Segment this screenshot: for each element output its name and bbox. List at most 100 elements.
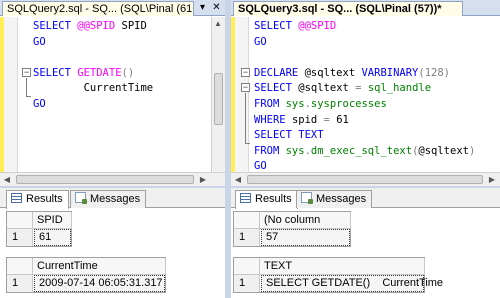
code-token: = [355,82,368,95]
tab-sqlquery3[interactable]: SQLQuery3.sql - SQ... (SQL\Pinal (57))* [233,1,463,16]
corner-cell [7,258,33,275]
right-query-pane: SQLQuery3.sql - SQ... (SQL\Pinal (57))* … [231,0,500,298]
scroll-thumb[interactable] [247,175,483,184]
tab-results[interactable]: Results [235,190,298,209]
code-line: SELECT @@SPID SPID [33,19,147,35]
left-tabstrip: SQLQuery2.sql - SQ... (SQL\Pinal (61 ▾ ✕ [0,0,225,16]
left-code-editor[interactable]: − SELECT @@SPID SPID GO SELECT GETDATE() C… [0,17,225,172]
tab-messages[interactable]: Messages [70,190,147,208]
code-token: 61 [336,113,349,126]
scroll-thumb[interactable] [16,175,194,184]
code-token: FROM [254,144,286,157]
tab-sqlquery2[interactable]: SQLQuery2.sql - SQ... (SQL\Pinal (61 [2,1,194,16]
left-results-tabs: Results Messages [0,188,225,209]
code-token: GO [254,160,267,173]
tab-label: Results [255,193,292,205]
left-results-area: SPID 1 61 CurrentTime 1 2009-07-14 06:05… [0,209,225,298]
code-token: sysprocesses [310,98,387,110]
outline-margin [235,17,249,172]
row-number: 1 [7,229,33,246]
tab-title: SQLQuery3.sql - SQ... (SQL\Pinal (57))* [238,3,442,15]
grid-cell[interactable]: SELECT GETDATE() CurrentTime [261,275,443,292]
code-token: @sqltext [298,82,356,95]
result-grid-spid[interactable]: SPID 1 61 [6,211,72,247]
code-token: @sqltext [418,144,469,157]
code-line: DECLARE @sqltext VARBINARY(128) [254,66,450,82]
scroll-right-icon[interactable]: ▶ [197,174,209,186]
minus-box-icon[interactable]: − [22,68,31,77]
minus-box-icon[interactable]: − [241,83,250,92]
code-token: SELECT [254,129,299,142]
code-token: SPID [115,20,147,32]
code-line: FROM sys.dm_exec_sql_text(@sqltext) [254,144,475,160]
code-line: GO [33,97,46,113]
grid-cell[interactable]: 57 [261,229,350,246]
scroll-right-icon[interactable]: ▶ [486,174,498,186]
grid-cell[interactable]: 61 [34,229,71,246]
code-token: FROM [254,98,286,110]
code-line: SELECT @@SPID [254,19,336,35]
outline-guide [245,93,246,143]
messages-icon [301,192,313,204]
code-token: TEXT [298,129,324,142]
code-line: WHERE spid = 61 [254,113,349,129]
scroll-left-icon[interactable]: ◀ [232,174,244,186]
code-token: WHERE [254,113,292,126]
column-header[interactable]: (No column name) [260,212,351,242]
right-code-editor[interactable]: − − SELECT @@SPID GO DECLARE @sqltext VARB… [231,17,500,172]
row-number: 1 [234,275,260,292]
right-horizontal-scrollbar[interactable]: ◀ ▶ [231,172,500,186]
code-line: SELECT TEXT [254,128,324,144]
right-results-area: (No column name) 1 57 TEXT 1 SELECT GETD… [231,209,500,298]
code-token: (128) [418,66,450,79]
code-token: SELECT [254,82,299,95]
code-token: @@SPID [298,20,337,32]
code-token: @@SPID [77,20,116,32]
close-icon[interactable]: ✕ [210,1,223,14]
outline-margin [4,17,18,172]
column-header[interactable]: TEXT [260,258,425,275]
chevron-down-icon[interactable]: ▾ [196,1,209,14]
code-token: VARBINARY [361,66,419,79]
code-token: SELECT [254,20,299,32]
code-token: SELECT [33,66,78,79]
outline-guide [26,78,27,96]
code-token: @sqltext [304,66,362,79]
corner-cell [7,212,33,229]
tab-messages[interactable]: Messages [296,190,373,208]
row-number: 1 [234,229,260,246]
code-line: SELECT GETDATE() [33,66,134,82]
column-header[interactable]: SPID [33,212,72,229]
outline-guide-end [26,96,31,97]
corner-cell [234,258,260,275]
code-token: sys [285,144,305,157]
code-line: CurrentTime [33,81,154,97]
code-token: spid [291,113,324,126]
results-grid-icon [240,193,251,203]
column-header[interactable]: CurrentTime [33,258,166,275]
scroll-thumb[interactable] [214,73,223,125]
code-line: SELECT @sqltext = sql_handle [254,81,431,97]
minus-box-icon[interactable]: − [241,68,250,77]
result-grid-text[interactable]: TEXT 1 SELECT GETDATE() CurrentTime [233,257,443,293]
code-token: dm_exec_sql_text [310,144,413,157]
result-grid-no-column-name[interactable]: (No column name) 1 57 [233,211,351,247]
row-number: 1 [7,275,33,292]
tab-results[interactable]: Results [6,190,69,209]
code-token: sys [285,98,305,110]
scroll-left-icon[interactable]: ◀ [1,174,13,186]
corner-cell [234,212,260,229]
scroll-up-icon[interactable]: ▲ [212,18,224,30]
code-line: GO [33,35,46,51]
left-vertical-scrollbar[interactable]: ▲ [211,17,225,172]
left-horizontal-scrollbar[interactable]: ◀ ▶ [0,172,225,186]
code-token: sql_handle [367,82,432,95]
code-token: GETDATE [77,66,122,79]
tab-label: Results [26,193,63,205]
code-token: () [121,66,135,79]
results-grid-icon [11,193,22,203]
right-results-tabs: Results Messages [231,188,500,209]
result-grid-currenttime[interactable]: CurrentTime 1 2009-07-14 06:05:31.317 [6,257,166,293]
grid-cell[interactable]: 2009-07-14 06:05:31.317 [34,275,165,292]
code-token: SELECT [33,20,78,32]
